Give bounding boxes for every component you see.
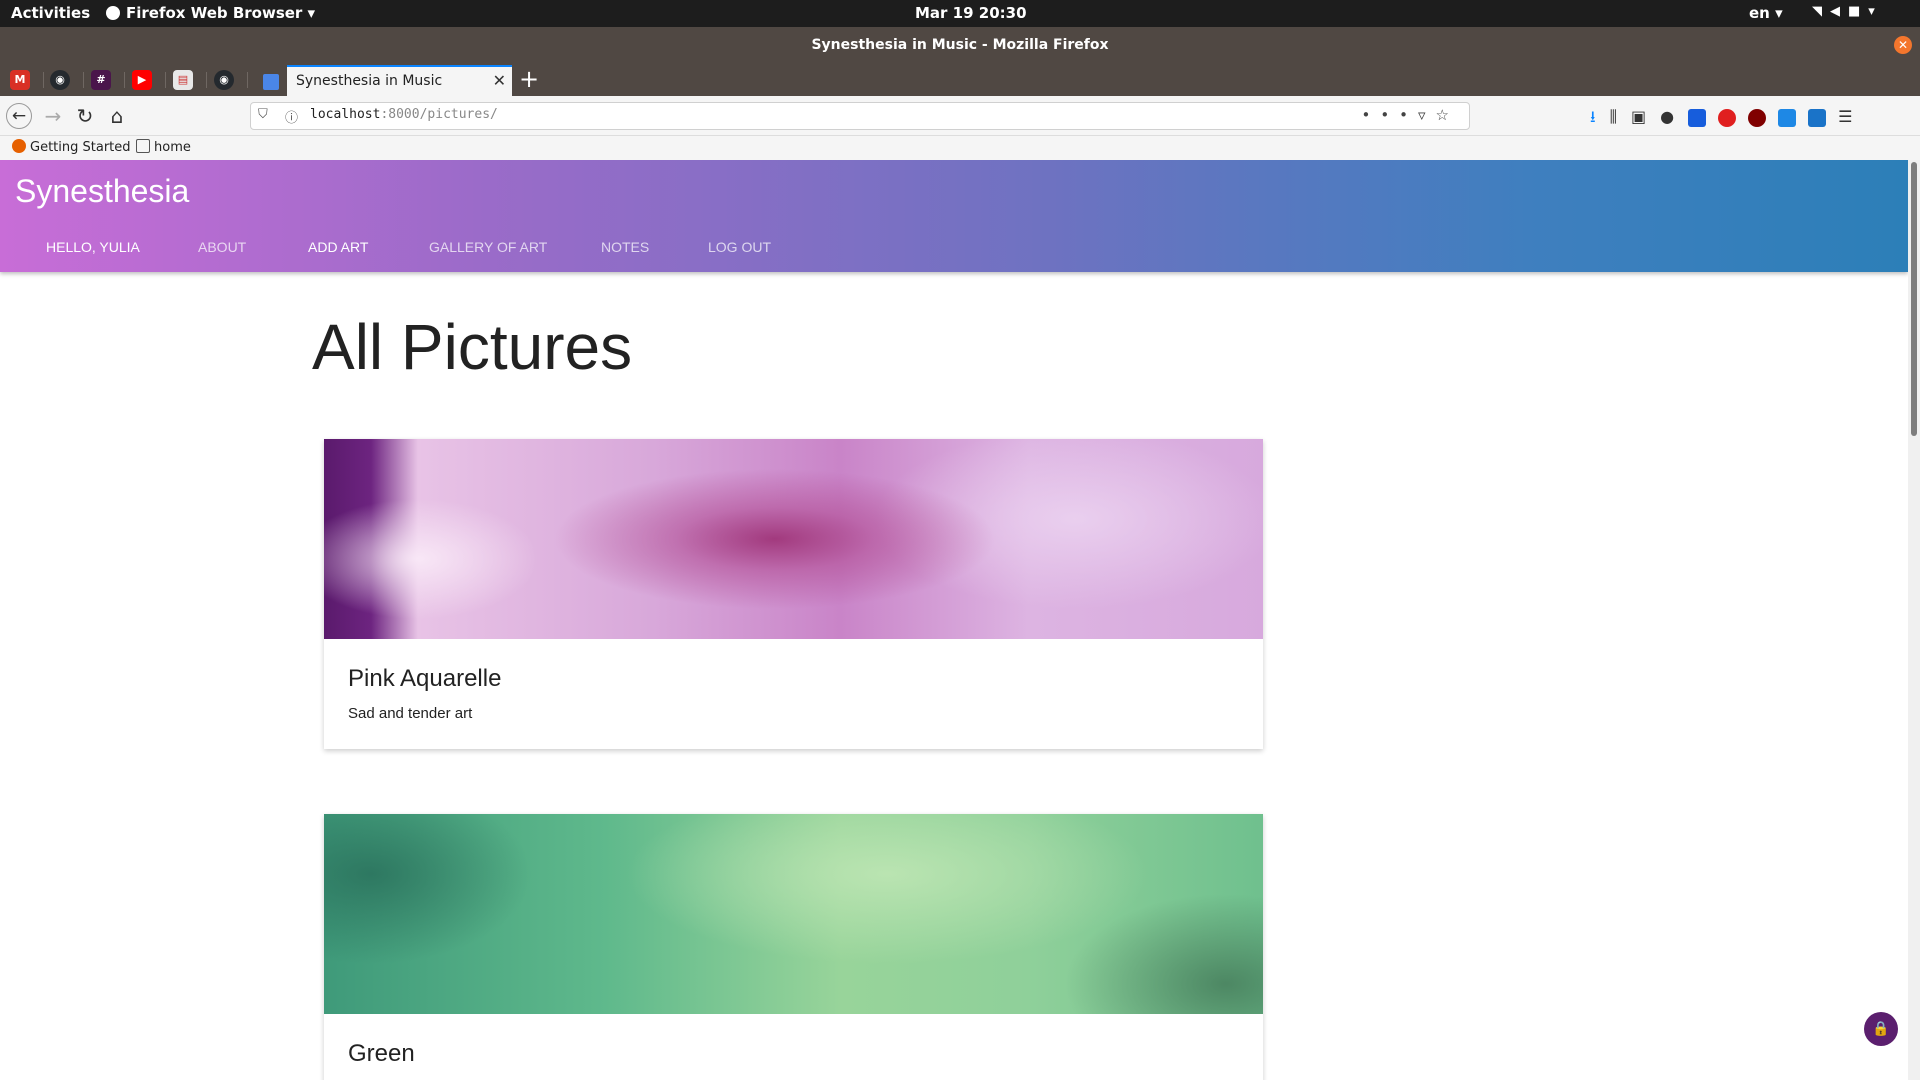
password-manager-icon[interactable]: 🔒 — [1864, 1012, 1898, 1046]
picture-image[interactable] — [324, 439, 1263, 639]
volume-icon: ◀ — [1830, 4, 1848, 19]
window-title-bar: Synesthesia in Music - Mozilla Firefox ✕ — [0, 27, 1920, 63]
picture-card[interactable]: Pink Aquarelle Sad and tender art — [324, 439, 1263, 749]
bitwarden-icon[interactable] — [1688, 108, 1707, 127]
page-scrollbar[interactable] — [1908, 160, 1920, 1080]
docs-icon — [263, 74, 279, 90]
system-top-bar: Activities Firefox Web Browser ▾ Mar 19 … — [0, 0, 1920, 27]
url-bar[interactable]: ⛉ ⓘ localhost:8000/pictures/ •••▿☆ — [250, 102, 1470, 130]
tab-strip: M ◉ # ▶ ▤ ◉ Synesthesia in Music ✕ + — [0, 63, 1920, 96]
picture-image[interactable] — [324, 814, 1263, 1014]
nav-about[interactable]: ABOUT — [198, 239, 246, 255]
page-viewport: Synesthesia HELLO, YULIA ABOUT ADD ART G… — [0, 160, 1920, 1080]
new-tab-button[interactable]: + — [519, 65, 539, 93]
activities-button[interactable]: Activities — [11, 4, 90, 22]
pocket-icon[interactable]: ▿ — [1418, 106, 1436, 124]
tracking-protection-icon[interactable]: ⛉ — [258, 107, 268, 122]
bookmark-label: home — [154, 140, 191, 155]
url-text[interactable]: localhost:8000/pictures/ — [310, 107, 498, 122]
nav-hello-user[interactable]: HELLO, YULIA — [46, 239, 140, 255]
navigation-toolbar: ← → ↻ ⌂ ⛉ ⓘ localhost:8000/pictures/ •••… — [0, 96, 1920, 136]
youtube-icon[interactable]: ▶ — [132, 70, 166, 90]
clock[interactable]: Mar 19 20:30 — [915, 4, 1027, 22]
picture-card[interactable]: Green — [324, 814, 1263, 1080]
firefox-icon — [12, 139, 26, 153]
site-brand[interactable]: Synesthesia — [15, 173, 189, 210]
home-button[interactable]: ⌂ — [104, 103, 130, 129]
page-title: All Pictures — [312, 311, 633, 383]
back-button[interactable]: ← — [6, 103, 32, 129]
account-icon[interactable]: ● — [1660, 107, 1688, 126]
picture-title: Green — [348, 1040, 415, 1067]
adblock-icon[interactable] — [1718, 108, 1737, 127]
firefox-icon — [106, 6, 120, 20]
menu-icon[interactable]: ☰ — [1838, 107, 1866, 126]
bookmark-getting-started[interactable]: Getting Started — [12, 139, 131, 155]
forward-button[interactable]: → — [40, 103, 66, 129]
toolbar-right: ⭳⫼▣● ☰ — [1590, 106, 1866, 133]
sidebar-icon[interactable]: ▣ — [1631, 107, 1660, 126]
nav-add-art[interactable]: ADD ART — [308, 239, 368, 255]
lock-icon: ■ — [1848, 4, 1869, 19]
nav-log-out[interactable]: LOG OUT — [708, 239, 771, 255]
nav-gallery-of-art[interactable]: GALLERY OF ART — [429, 239, 547, 255]
notes-icon[interactable]: ▤ — [173, 70, 207, 90]
tab-label: Synesthesia in Music — [296, 73, 443, 89]
github-icon[interactable]: ◉ — [50, 70, 84, 90]
ublock-icon[interactable] — [1748, 108, 1767, 127]
scrollbar-thumb[interactable] — [1911, 162, 1917, 436]
site-header: Synesthesia HELLO, YULIA ABOUT ADD ART G… — [0, 160, 1908, 272]
tab-close-icon[interactable]: ✕ — [493, 71, 506, 90]
gmail-icon[interactable]: M — [10, 70, 44, 90]
tab-active[interactable]: Synesthesia in Music ✕ — [263, 65, 512, 96]
bookmarks-bar: Getting Started home — [0, 136, 1920, 160]
folder-icon — [136, 139, 150, 153]
bookmark-label: Getting Started — [30, 140, 131, 155]
bookmark-star-icon[interactable]: ☆ — [1436, 106, 1459, 124]
system-tray[interactable]: ◥◀■▾ — [1812, 4, 1883, 19]
window-title: Synesthesia in Music - Mozilla Firefox — [811, 37, 1109, 53]
url-host: localhost — [310, 107, 381, 122]
page-actions-icon[interactable]: ••• — [1361, 106, 1418, 124]
app-menu[interactable]: Firefox Web Browser ▾ — [106, 4, 315, 22]
app-menu-label: Firefox Web Browser ▾ — [126, 4, 316, 22]
github-icon[interactable]: ◉ — [214, 70, 248, 90]
language-selector[interactable]: en ▾ — [1749, 4, 1783, 22]
power-icon: ▾ — [1868, 4, 1883, 19]
window-close-button[interactable]: ✕ — [1894, 36, 1912, 54]
wifi-icon: ◥ — [1812, 4, 1830, 19]
downloads-icon[interactable]: ⭳ — [1590, 107, 1610, 126]
picture-description: Sad and tender art — [348, 705, 473, 722]
site-info-icon[interactable]: ⓘ — [285, 107, 298, 126]
bookmark-home[interactable]: home — [136, 139, 191, 155]
url-path: :8000/pictures/ — [380, 107, 498, 122]
reload-button[interactable]: ↻ — [72, 103, 98, 129]
picture-title: Pink Aquarelle — [348, 665, 502, 692]
nav-notes[interactable]: NOTES — [601, 239, 649, 255]
library-icon[interactable]: ⫼ — [1610, 107, 1631, 126]
extension-icon[interactable] — [1778, 108, 1797, 127]
slack-icon[interactable]: # — [91, 70, 125, 90]
skype-icon[interactable] — [1808, 108, 1827, 127]
